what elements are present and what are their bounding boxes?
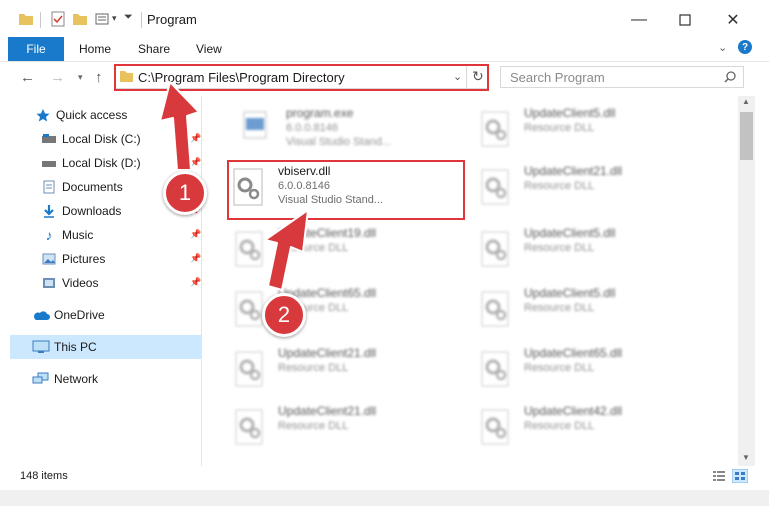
step-badge-2: 2 (262, 293, 306, 337)
annotation-arrows (159, 81, 309, 291)
annotation-arrow-1 (159, 81, 200, 171)
step-badge-1: 1 (163, 171, 207, 215)
annotation-arrow-2 (264, 209, 309, 291)
